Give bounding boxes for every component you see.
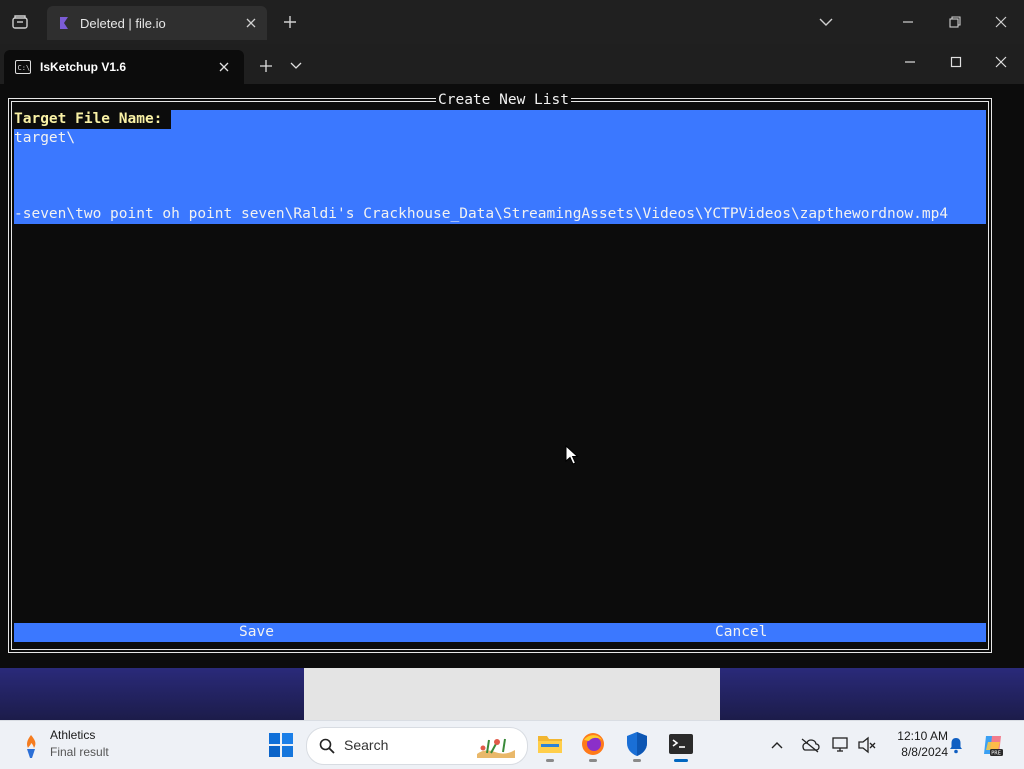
dialog-button-bar [14,623,986,642]
mouse-pointer-icon [565,444,579,465]
taskbar-search[interactable]: Search [306,727,528,765]
show-hidden-icons-chevron-icon[interactable] [767,735,787,755]
dialog-title: Create New List [436,90,571,110]
close-tab-icon[interactable] [243,15,259,31]
browser-tab-title: Deleted | file.io [80,15,166,31]
browser-tab[interactable]: Deleted | file.io [47,6,267,40]
terminal-close-icon[interactable] [986,51,1016,73]
volume-muted-icon[interactable] [857,735,877,755]
widget-subtitle: Final result [50,745,109,759]
clock-time: 12:10 AM [897,729,948,743]
browser-titlebar: Deleted | file.io [0,0,1024,44]
taskbar: Athletics Final result Search 12:10 AM 8… [0,720,1024,769]
new-terminal-tab-icon[interactable] [256,56,276,76]
widgets-button[interactable]: Athletics Final result [18,727,148,763]
minimize-icon[interactable] [893,11,923,33]
close-terminal-tab-icon[interactable] [216,59,232,75]
file-explorer-button[interactable] [535,729,565,762]
onedrive-offline-icon[interactable] [800,735,820,755]
terminal-dropdown-icon[interactable] [287,57,305,75]
terminal-titlebar: C:\ IsKetchup V1.6 [0,44,1024,84]
terminal-maximize-icon[interactable] [941,51,971,73]
terminal-minimize-icon[interactable] [895,51,925,73]
cancel-button[interactable]: Cancel [715,623,767,642]
svg-text:PRE: PRE [991,751,1001,757]
firefox-button[interactable] [578,729,608,762]
textarea-line: -seven\two point oh point seven\Raldi's … [14,206,949,222]
save-button[interactable]: Save [239,623,274,642]
close-window-icon[interactable] [986,11,1016,33]
olympic-torch-icon [18,733,44,759]
search-icon [319,738,335,754]
clock-date: 8/8/2024 [901,745,948,759]
terminal-tab[interactable]: C:\ IsKetchup V1.6 [4,50,244,84]
tab-list-chevron-icon[interactable] [811,11,841,33]
windows-security-button[interactable] [622,729,652,762]
terminal-tab-title: IsKetchup V1.6 [40,60,127,74]
network-icon[interactable] [831,735,851,755]
copilot-icon[interactable]: PRE [980,732,1006,758]
notification-bell-icon[interactable] [946,735,966,755]
fileio-favicon-icon [57,16,71,30]
desktop-wallpaper [0,668,1024,720]
widget-title: Athletics [50,728,96,742]
taskbar-clock[interactable]: 12:10 AM 8/8/2024 [884,728,948,760]
textarea-line: target\ [14,130,76,146]
terminal-tab-icon: C:\ [15,60,31,74]
terminal-button[interactable] [666,729,696,762]
target-file-name-label: Target File Name: [14,110,172,129]
start-button[interactable] [268,732,294,758]
svg-text:C:\: C:\ [18,64,31,72]
restore-icon[interactable] [940,11,970,33]
search-highlight-icon [475,734,517,758]
tab-actions-icon[interactable] [8,10,32,34]
new-tab-icon[interactable] [280,12,300,32]
search-placeholder: Search [344,737,389,753]
